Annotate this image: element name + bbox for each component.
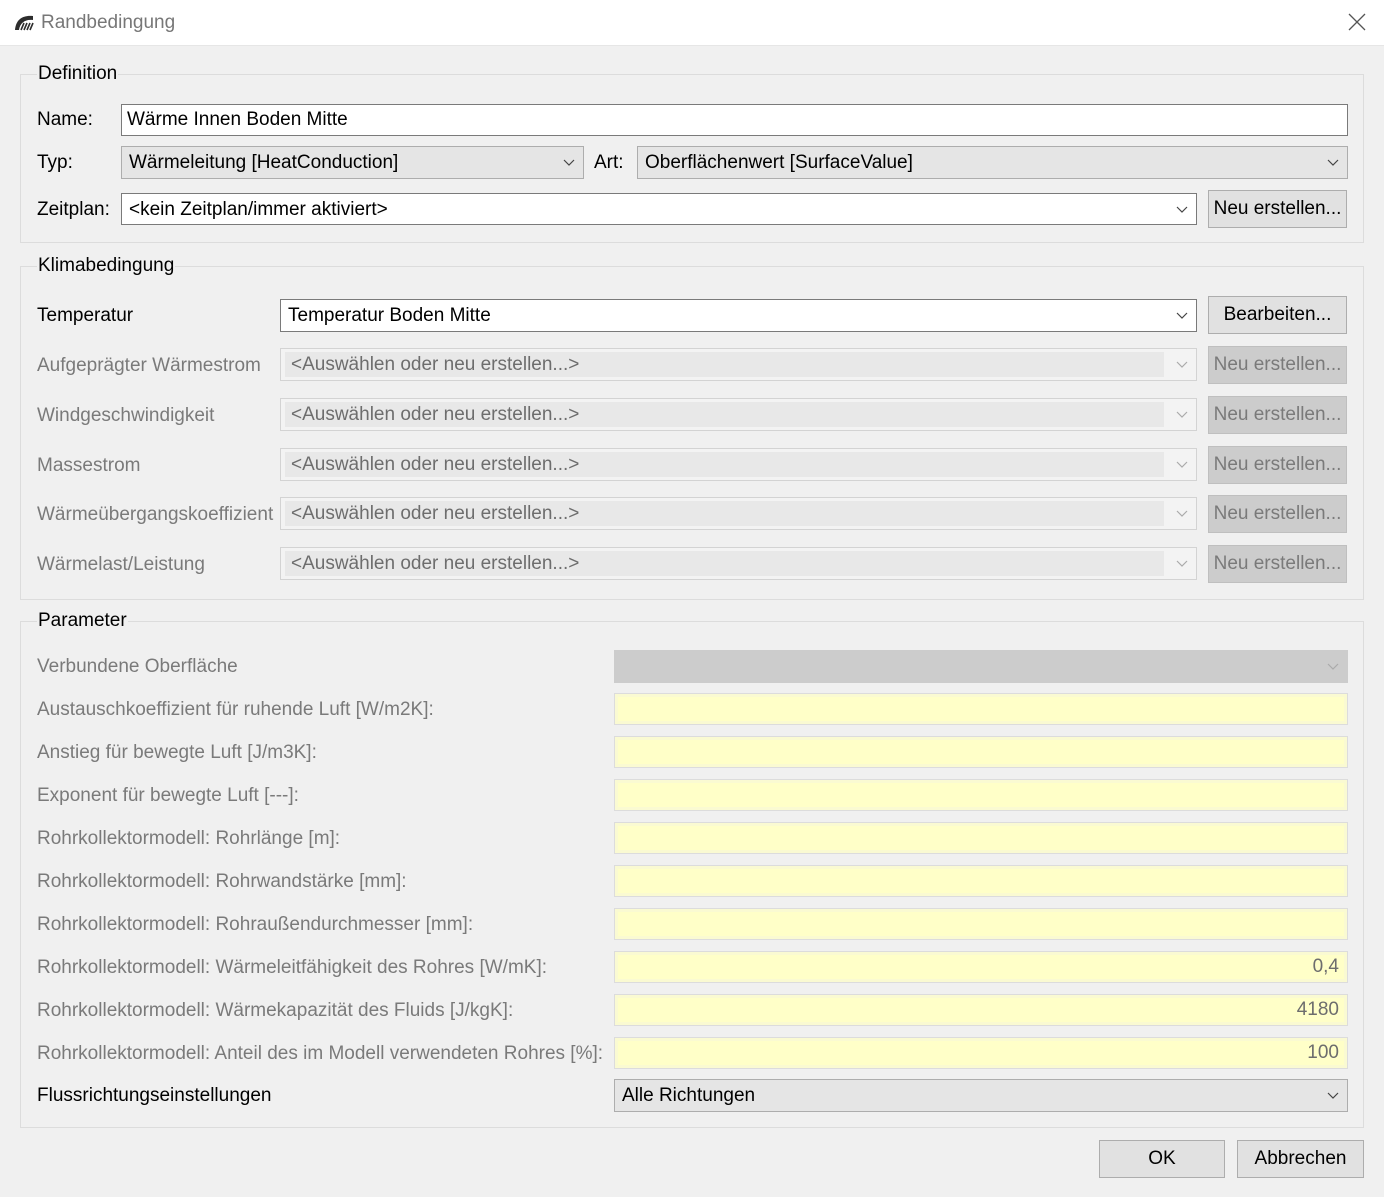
name-input[interactable]: Wärme Innen Boden Mitte <box>121 104 1348 136</box>
param-field[interactable] <box>614 822 1348 854</box>
uebergang-select-value: <Auswählen oder neu erstellen...> <box>285 501 1164 526</box>
flow-select-value: Alle Richtungen <box>622 1085 756 1106</box>
klima-row-label: Wärmeübergangskoeffizient <box>37 504 274 525</box>
surface-select[interactable] <box>614 650 1348 683</box>
chevron-down-icon <box>1176 411 1188 418</box>
waermelast-new-button[interactable]: Neu erstellen... <box>1208 545 1347 583</box>
zeitplan-select-value: <kein Zeitplan/immer aktiviert> <box>129 199 388 220</box>
surface-label: Verbundene Oberfläche <box>37 656 238 677</box>
klima-row-label: Massestrom <box>37 455 141 476</box>
waermestrom-select-value: <Auswählen oder neu erstellen...> <box>285 352 1164 377</box>
flow-label: Flussrichtungseinstellungen <box>37 1085 272 1106</box>
wind-select-value: <Auswählen oder neu erstellen...> <box>285 402 1164 427</box>
cancel-button[interactable]: Abbrechen <box>1237 1140 1364 1178</box>
chevron-down-icon <box>1327 1092 1339 1099</box>
close-button[interactable] <box>1330 0 1384 45</box>
window-title: Randbedingung <box>41 12 176 33</box>
chevron-down-icon <box>1176 461 1188 468</box>
massestrom-select[interactable]: <Auswählen oder neu erstellen...> <box>280 448 1197 481</box>
chevron-down-icon <box>1176 560 1188 567</box>
zeitplan-new-button[interactable]: Neu erstellen... <box>1208 190 1347 228</box>
definition-group-title: Definition <box>37 63 119 85</box>
param-label: Rohrkollektormodell: Rohraußendurchmesse… <box>37 914 474 935</box>
art-select[interactable]: Oberflächenwert [SurfaceValue] <box>637 146 1348 179</box>
uebergang-new-button[interactable]: Neu erstellen... <box>1208 495 1347 533</box>
art-select-value: Oberflächenwert [SurfaceValue] <box>645 152 913 173</box>
chevron-down-icon <box>563 159 575 166</box>
parameter-group-title: Parameter <box>37 610 128 632</box>
temperatur-select[interactable]: Temperatur Boden Mitte <box>280 299 1197 332</box>
param-value: 100 <box>1307 1042 1339 1063</box>
klima-row-label: Wärmelast/Leistung <box>37 554 205 575</box>
close-icon <box>1348 13 1366 31</box>
waermestrom-new-button[interactable]: Neu erstellen... <box>1208 346 1347 384</box>
param-label: Rohrkollektormodell: Rohrwandstärke [mm]… <box>37 871 407 892</box>
param-label: Exponent für bewegte Luft [---]: <box>37 785 299 806</box>
temperatur-edit-button[interactable]: Bearbeiten... <box>1208 296 1347 334</box>
waermestrom-select[interactable]: <Auswählen oder neu erstellen...> <box>280 348 1197 381</box>
temperatur-select-value: Temperatur Boden Mitte <box>288 305 491 326</box>
wind-select[interactable]: <Auswählen oder neu erstellen...> <box>280 398 1197 431</box>
param-field[interactable] <box>614 693 1348 725</box>
chevron-down-icon <box>1176 361 1188 368</box>
klima-group-title: Klimabedingung <box>37 255 176 277</box>
wind-new-button[interactable]: Neu erstellen... <box>1208 396 1347 434</box>
ok-button[interactable]: OK <box>1099 1140 1225 1178</box>
klima-row-label: Aufgeprägter Wärmestrom <box>37 355 261 376</box>
param-field[interactable] <box>614 908 1348 940</box>
param-field[interactable]: 0,4 <box>614 951 1348 983</box>
param-label: Austauschkoeffizient für ruhende Luft [W… <box>37 699 434 720</box>
param-field[interactable]: 100 <box>614 1037 1348 1069</box>
param-label: Rohrkollektormodell: Anteil des im Model… <box>37 1043 604 1064</box>
chevron-down-icon <box>1176 312 1188 319</box>
klima-row-label: Temperatur <box>37 305 134 326</box>
typ-label: Typ: <box>37 152 73 173</box>
param-field[interactable]: 4180 <box>614 994 1348 1026</box>
param-value: 4180 <box>1296 999 1339 1020</box>
zeitplan-select[interactable]: <kein Zeitplan/immer aktiviert> <box>121 193 1197 225</box>
param-field[interactable] <box>614 865 1348 897</box>
name-label: Name: <box>37 109 93 130</box>
chevron-down-icon <box>1176 206 1188 213</box>
typ-select[interactable]: Wärmeleitung [HeatConduction] <box>121 146 584 179</box>
param-field[interactable] <box>614 779 1348 811</box>
dome-app-icon <box>15 15 34 31</box>
massestrom-select-value: <Auswählen oder neu erstellen...> <box>285 452 1164 477</box>
flow-select[interactable]: Alle Richtungen <box>614 1079 1348 1112</box>
param-label: Rohrkollektormodell: Wärmeleitfähigkeit … <box>37 957 548 978</box>
param-label: Anstieg für bewegte Luft [J/m3K]: <box>37 742 317 763</box>
typ-select-value: Wärmeleitung [HeatConduction] <box>129 152 399 173</box>
chevron-down-icon <box>1327 159 1339 166</box>
param-field[interactable] <box>614 736 1348 768</box>
param-label: Rohrkollektormodell: Wärmekapazität des … <box>37 1000 514 1021</box>
klima-row-label: Windgeschwindigkeit <box>37 405 215 426</box>
chevron-down-icon <box>1327 663 1339 670</box>
art-label: Art: <box>594 152 624 173</box>
uebergang-select[interactable]: <Auswählen oder neu erstellen...> <box>280 497 1197 530</box>
waermelast-select-value: <Auswählen oder neu erstellen...> <box>285 551 1164 576</box>
zeitplan-label: Zeitplan: <box>37 199 110 220</box>
param-value: 0,4 <box>1312 956 1339 977</box>
chevron-down-icon <box>1176 510 1188 517</box>
title-bar: Randbedingung <box>0 0 1384 46</box>
param-label: Rohrkollektormodell: Rohrlänge [m]: <box>37 828 341 849</box>
massestrom-new-button[interactable]: Neu erstellen... <box>1208 446 1347 484</box>
waermelast-select[interactable]: <Auswählen oder neu erstellen...> <box>280 547 1197 580</box>
